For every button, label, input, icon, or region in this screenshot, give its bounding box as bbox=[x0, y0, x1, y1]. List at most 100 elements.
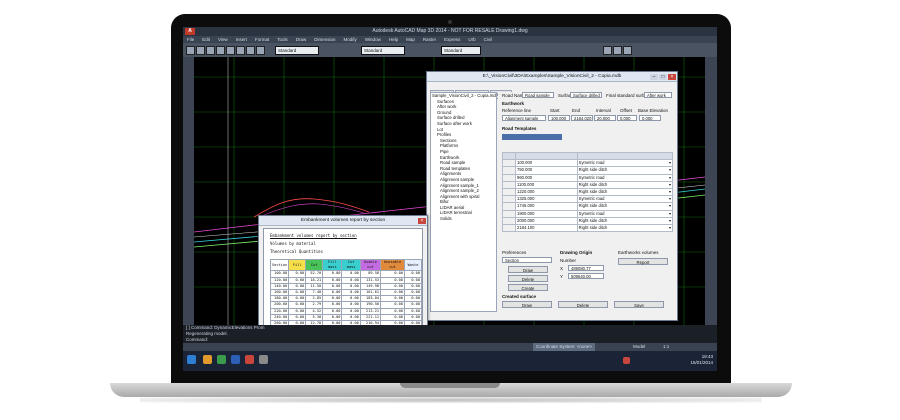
menu-item[interactable]: Map bbox=[406, 37, 415, 42]
new-file-icon[interactable] bbox=[186, 46, 195, 55]
row-checkbox[interactable] bbox=[502, 202, 516, 211]
browser-icon[interactable] bbox=[259, 355, 268, 364]
template-station[interactable]: 2184.100 bbox=[515, 223, 578, 233]
interval-field[interactable]: 20.000 bbox=[594, 115, 616, 121]
tree-item[interactable]: Solids bbox=[431, 216, 496, 222]
template-station[interactable]: 1220.000 bbox=[515, 187, 578, 197]
road-window[interactable]: E:\_VisionCivil\3DA\Examples\Sample_Visi… bbox=[426, 71, 678, 321]
template-row[interactable]: 1325.000 Symetric road bbox=[502, 195, 674, 204]
start-icon[interactable] bbox=[187, 355, 196, 364]
menu-item[interactable]: Express bbox=[444, 37, 460, 42]
save-file-icon[interactable] bbox=[206, 46, 215, 55]
final-surface-select[interactable]: After work bbox=[644, 92, 672, 98]
model-status[interactable]: Model bbox=[633, 343, 645, 351]
project-tree[interactable]: Sample_VisionCivil_2 - Copia.mdb Surfaces… bbox=[430, 92, 497, 312]
tree-item[interactable]: Sample_VisionCivil_2 - Copia.mdb bbox=[431, 93, 496, 99]
template-type[interactable]: Symetric road bbox=[576, 209, 674, 218]
menu-item[interactable]: Format bbox=[255, 37, 269, 42]
undo-icon[interactable] bbox=[226, 46, 235, 55]
menu-item[interactable]: Tools bbox=[277, 37, 288, 42]
road-name-field[interactable]: Road sample bbox=[522, 92, 554, 98]
template-type[interactable]: Symetric road bbox=[576, 159, 674, 168]
template-station[interactable]: 1745.000 bbox=[515, 202, 578, 211]
x-field[interactable]: 489080.77 bbox=[568, 265, 604, 271]
maximize-icon[interactable]: □ bbox=[659, 74, 667, 80]
menu-item[interactable]: Civil bbox=[484, 37, 493, 42]
preferences-select[interactable]: Section bbox=[502, 257, 552, 263]
row-checkbox[interactable] bbox=[502, 216, 516, 225]
layer-properties-icon[interactable] bbox=[603, 46, 612, 55]
menu-item[interactable]: File bbox=[187, 37, 194, 42]
template-station[interactable]: 1900.000 bbox=[515, 209, 578, 218]
template-row[interactable]: 750.000 Right side ditch bbox=[502, 166, 674, 175]
create-button[interactable]: Create bbox=[508, 284, 548, 291]
menu-item[interactable]: View bbox=[218, 37, 228, 42]
menu-item[interactable]: Draw bbox=[296, 37, 307, 42]
row-checkbox[interactable] bbox=[502, 180, 516, 189]
templates-toolbar[interactable] bbox=[502, 134, 562, 140]
template-type[interactable]: Right side ditch bbox=[576, 166, 674, 175]
reference-select[interactable]: Alignment sample bbox=[502, 115, 546, 121]
template-row[interactable]: 2184.100 Right side ditch bbox=[502, 223, 674, 233]
template-station[interactable]: 100.000 bbox=[515, 159, 578, 168]
pan-icon[interactable] bbox=[246, 46, 255, 55]
template-station[interactable]: 960.000 bbox=[515, 173, 578, 182]
excel-icon[interactable] bbox=[217, 355, 226, 364]
save-surface-button[interactable]: Save bbox=[614, 301, 664, 308]
row-checkbox[interactable] bbox=[502, 187, 516, 197]
menu-item[interactable]: Dimension bbox=[314, 37, 335, 42]
draw-surface-button[interactable]: Draw bbox=[502, 301, 552, 308]
template-station[interactable]: 2000.000 bbox=[515, 216, 578, 225]
template-row[interactable]: 100.000 Symetric road bbox=[502, 159, 674, 168]
templates-grid[interactable]: 100.000Symetric road750.000Right side di… bbox=[502, 151, 674, 233]
menu-item[interactable]: Edit bbox=[202, 37, 210, 42]
menu-item[interactable]: Raster bbox=[423, 37, 436, 42]
text-style-select[interactable]: Standard bbox=[275, 46, 319, 55]
template-station[interactable]: 1325.000 bbox=[515, 195, 578, 204]
delete-button[interactable]: Delete bbox=[508, 275, 548, 282]
template-type[interactable]: Symetric road bbox=[576, 173, 674, 182]
word-icon[interactable] bbox=[231, 355, 240, 364]
menu-item[interactable]: Modify bbox=[344, 37, 357, 42]
row-checkbox[interactable] bbox=[502, 223, 516, 233]
autocad-icon[interactable] bbox=[245, 355, 254, 364]
dim-style-select[interactable]: Standard bbox=[361, 46, 405, 55]
draw-button[interactable]: Draw bbox=[508, 266, 548, 273]
template-type[interactable]: Right side ditch bbox=[576, 202, 674, 211]
tray-alert-icon[interactable] bbox=[623, 357, 630, 364]
start-field[interactable]: 100.000 bbox=[548, 115, 570, 121]
open-file-icon[interactable] bbox=[196, 46, 205, 55]
base-elevation-field[interactable]: 0.000 bbox=[639, 115, 661, 121]
y-field[interactable]: 509640.00 bbox=[568, 273, 604, 279]
template-type[interactable]: Right side ditch bbox=[576, 216, 674, 225]
surface-select[interactable]: Surface drilled bbox=[570, 92, 602, 98]
folder-icon[interactable] bbox=[203, 355, 212, 364]
row-checkbox[interactable] bbox=[502, 159, 516, 168]
template-row[interactable]: 1745.000 Right side ditch bbox=[502, 202, 674, 211]
template-row[interactable]: 1100.000 Right side ditch bbox=[502, 180, 674, 189]
row-checkbox[interactable] bbox=[502, 195, 516, 204]
template-type[interactable]: Right side ditch bbox=[576, 223, 674, 233]
end-field[interactable]: 2184.020 bbox=[571, 115, 593, 121]
menu-item[interactable]: Window bbox=[365, 37, 381, 42]
autocad-logo-icon[interactable]: A bbox=[185, 28, 195, 35]
color-icon[interactable] bbox=[613, 46, 622, 55]
template-station[interactable]: 1100.000 bbox=[515, 180, 578, 189]
row-checkbox[interactable] bbox=[502, 166, 516, 175]
row-checkbox[interactable] bbox=[502, 173, 516, 182]
report-content[interactable]: Embankment volumes report by section Vol… bbox=[263, 228, 423, 328]
template-row[interactable]: 1900.000 Symetric road bbox=[502, 209, 674, 218]
row-checkbox[interactable] bbox=[502, 209, 516, 218]
template-type[interactable]: Right side ditch bbox=[576, 187, 674, 197]
zoom-icon[interactable] bbox=[256, 46, 265, 55]
template-row[interactable]: 1220.000 Right side ditch bbox=[502, 187, 674, 197]
minimize-icon[interactable]: – bbox=[650, 74, 658, 80]
layer-select[interactable]: Standard bbox=[441, 46, 481, 55]
template-type[interactable]: Right side ditch bbox=[576, 180, 674, 189]
menu-item[interactable]: Insert bbox=[236, 37, 247, 42]
template-type[interactable]: Symetric road bbox=[576, 195, 674, 204]
delete-surface-button[interactable]: Delete bbox=[558, 301, 608, 308]
command-line[interactable]: [ ] Command: DynamicElevations Prom Regen… bbox=[183, 325, 717, 343]
close-icon[interactable]: × bbox=[668, 74, 676, 80]
menu-item[interactable]: Help bbox=[389, 37, 398, 42]
